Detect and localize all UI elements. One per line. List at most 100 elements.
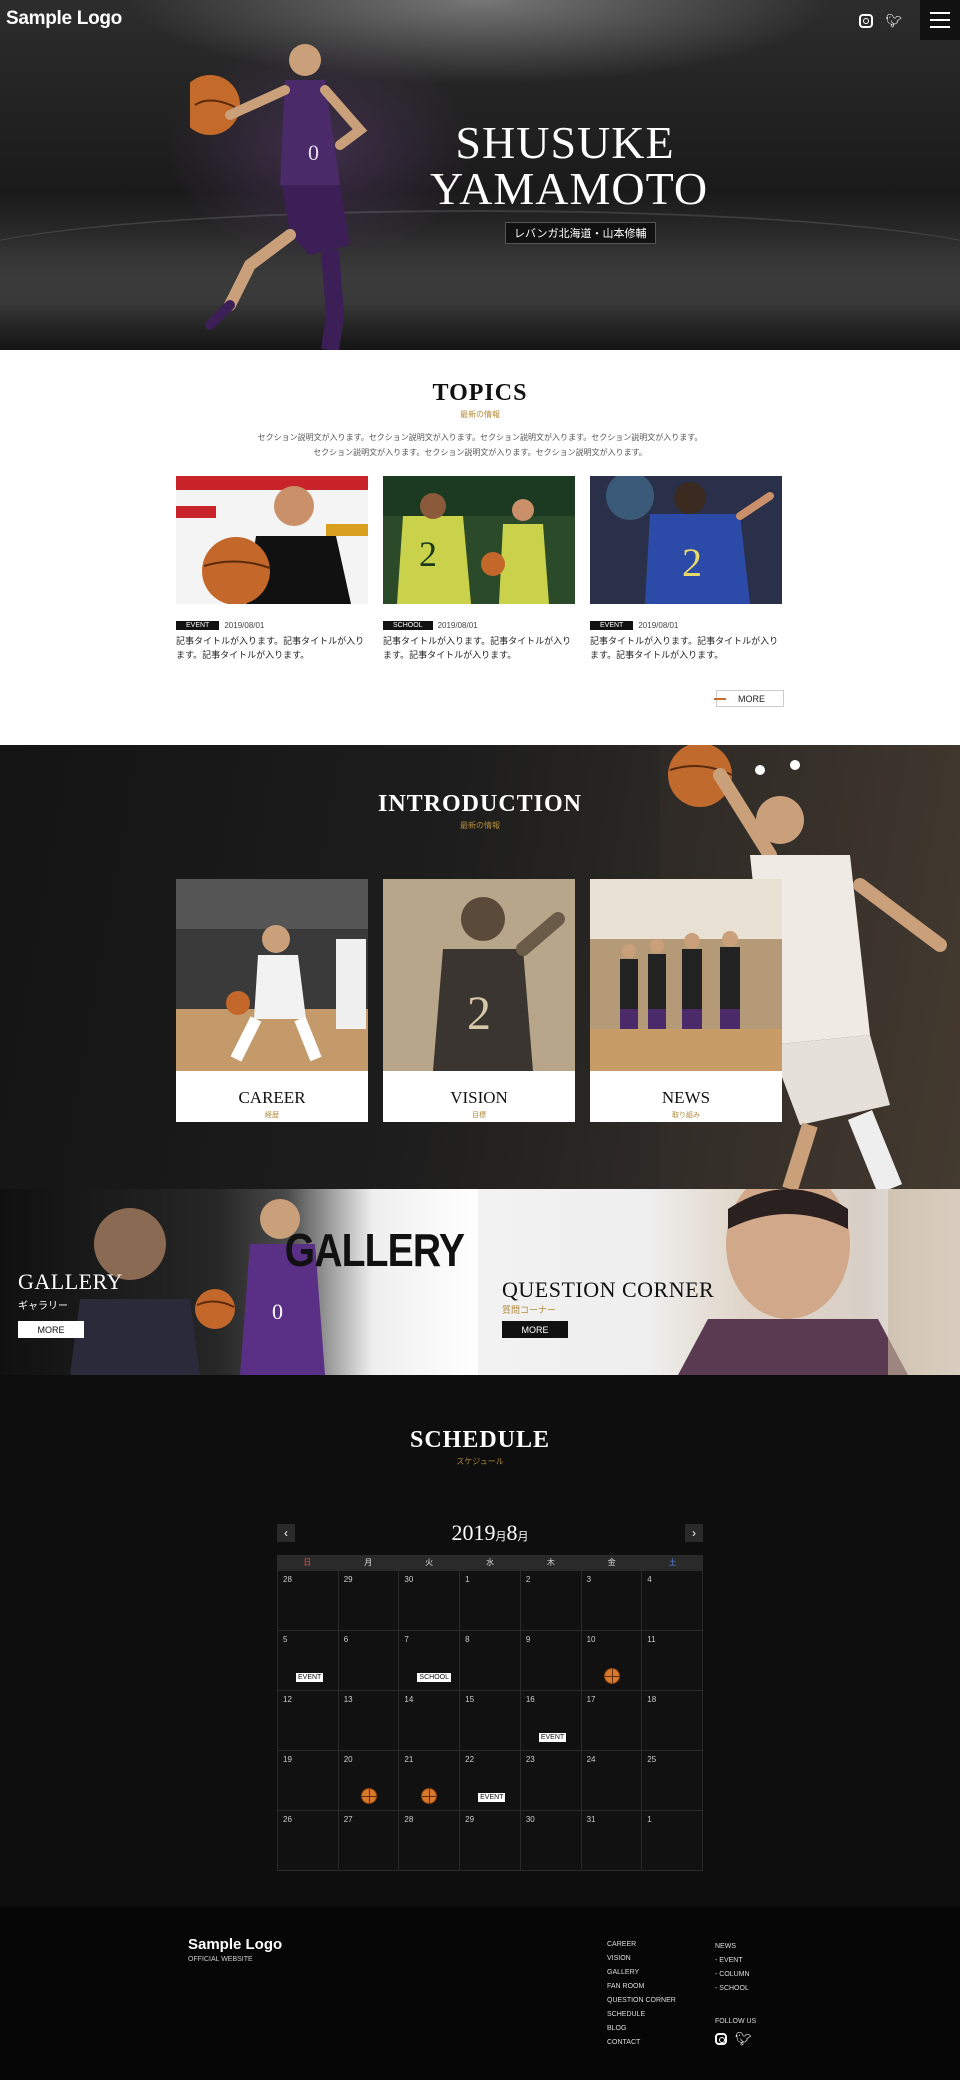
calendar-grid: 28 29 30 1 2 3 4 5 EVENT 6 7 SCHOOL 8 9 10 11 12 13 14 15 16… [277, 1571, 703, 1871]
calendar-next-button[interactable]: › [685, 1524, 703, 1542]
calendar-day-number: 16 [525, 1695, 535, 1704]
footer-nav-link[interactable]: NEWS [715, 1940, 750, 1954]
basketball-icon[interactable] [603, 1668, 620, 1684]
calendar-day-cell[interactable]: 2 [520, 1571, 582, 1631]
footer-nav-link[interactable]: GALLERY [607, 1966, 676, 1980]
footer-nav-link[interactable]: - SCHOOL [715, 1982, 750, 1996]
social-icons: 🐦︎ [859, 14, 902, 28]
topic-card[interactable]: EVENT 2019/08/01 記事タイトルが入ります。記事タイトルが入ります… [176, 476, 368, 662]
calendar-day-cell[interactable]: 29 [460, 1811, 521, 1871]
calendar-day-number: 3 [586, 1575, 592, 1584]
question-corner-banner[interactable]: QUESTION CORNER 質問コーナー MORE [478, 1189, 960, 1375]
topic-date: 2019/08/01 [437, 621, 478, 630]
footer-nav-link[interactable]: - COLUMN [715, 1968, 750, 1982]
calendar-day-cell[interactable]: 11 [642, 1631, 703, 1691]
calendar-day-cell[interactable]: 31 [581, 1811, 643, 1871]
calendar-day-cell[interactable]: 1 [642, 1811, 703, 1871]
calendar-day-cell[interactable]: 15 [460, 1691, 521, 1751]
calendar-day-number: 29 [343, 1575, 353, 1584]
topic-image-2[interactable]: 2 [383, 476, 575, 604]
calendar-day-cell[interactable]: 25 [642, 1751, 703, 1811]
hero-section: Sample Logo 🐦︎ 0 SHUSUKE YAMAMOTO レバンガ北海… [0, 0, 960, 350]
calendar-day-cell[interactable]: 22 EVENT [460, 1751, 521, 1811]
calendar-day-cell[interactable]: 16 EVENT [520, 1691, 582, 1751]
calendar-day-cell[interactable]: 13 [338, 1691, 400, 1751]
twitter-icon[interactable]: 🐦︎ [735, 2032, 752, 2046]
footer-nav-link[interactable]: VISION [607, 1952, 676, 1966]
footer-nav-link[interactable]: BLOG [607, 2022, 676, 2036]
calendar-day-cell[interactable]: 27 [338, 1811, 400, 1871]
footer-nav-link[interactable]: FAN ROOM [607, 1980, 676, 1994]
calendar-day-cell[interactable]: 6 [338, 1631, 400, 1691]
calendar-event-badge[interactable]: SCHOOL [417, 1673, 451, 1682]
topic-title[interactable]: 記事タイトルが入ります。記事タイトルが入ります。記事タイトルが入ります。 [590, 634, 782, 662]
instagram-icon[interactable] [715, 2033, 727, 2045]
topic-title[interactable]: 記事タイトルが入ります。記事タイトルが入ります。記事タイトルが入ります。 [383, 634, 575, 662]
calendar-day-cell[interactable]: 23 [520, 1751, 582, 1811]
calendar-day-cell[interactable]: 17 [581, 1691, 643, 1751]
intro-card-career[interactable]: CAREER 経歴 [176, 879, 368, 1122]
topic-card[interactable]: 2 SCHOOL 2019/08/01 記事タイトルが入ります。記事タイトルが入… [383, 476, 575, 662]
calendar-day-cell[interactable]: 9 [520, 1631, 582, 1691]
calendar-event-badge[interactable]: EVENT [296, 1673, 324, 1682]
instagram-icon[interactable] [859, 14, 874, 28]
calendar-day-cell[interactable]: 26 [278, 1811, 339, 1871]
weekday-label: 水 [485, 1558, 494, 1567]
basketball-icon[interactable] [360, 1788, 377, 1804]
question-more-button[interactable]: MORE [502, 1321, 568, 1338]
calendar-day-cell[interactable]: 4 [642, 1571, 703, 1631]
menu-button[interactable] [920, 0, 960, 40]
calendar-day-cell[interactable]: 21 [399, 1751, 461, 1811]
calendar-day-number: 28 [404, 1815, 414, 1824]
topic-image-1[interactable] [176, 476, 368, 605]
calendar-event-badge[interactable]: EVENT [478, 1793, 506, 1802]
twitter-icon[interactable]: 🐦︎ [885, 14, 902, 28]
calendar-day-number: 18 [647, 1695, 657, 1704]
topic-card[interactable]: 2 EVENT 2019/08/01 記事タイトルが入ります。記事タイトルが入り… [590, 472, 782, 662]
calendar-day-cell[interactable]: 29 [338, 1571, 400, 1631]
calendar-day-cell[interactable]: 28 [399, 1811, 461, 1871]
site-logo[interactable]: Sample Logo [6, 8, 122, 30]
intro-card-news[interactable]: NEWS 取り組み [590, 879, 782, 1122]
topic-image-3[interactable]: 2 [590, 472, 782, 604]
calendar-day-cell[interactable]: 3 [581, 1571, 643, 1631]
intro-card-vision[interactable]: 2 VISION 目標 [383, 879, 575, 1122]
calendar-day-cell[interactable]: 14 [399, 1691, 461, 1751]
gallery-title: GALLERY [18, 1269, 123, 1294]
calendar-prev-button[interactable]: ‹ [277, 1524, 295, 1542]
calendar-event-badge[interactable]: EVENT [538, 1733, 567, 1742]
footer-logo[interactable]: Sample Logo [188, 1936, 282, 1953]
footer-nav-link[interactable]: QUESTION CORNER [607, 1994, 676, 2008]
footer-nav-link[interactable]: SCHEDULE [607, 2008, 676, 2022]
basketball-icon[interactable] [421, 1788, 438, 1804]
calendar-day-cell[interactable]: 1 [460, 1571, 521, 1631]
gallery-banner[interactable]: 0 GALLERY GALLERY ギャラリー MORE [0, 1189, 478, 1375]
calendar-day-cell[interactable]: 20 [338, 1751, 400, 1811]
topic-title[interactable]: 記事タイトルが入ります。記事タイトルが入ります。記事タイトルが入ります。 [176, 634, 368, 662]
topics-more-button[interactable]: MORE [714, 690, 784, 707]
footer-nav-link[interactable]: - EVENT [715, 1954, 750, 1968]
calendar-day-cell[interactable]: 30 [399, 1571, 461, 1631]
calendar-day-cell[interactable]: 7 SCHOOL [399, 1631, 461, 1691]
footer-nav-link[interactable]: CAREER [607, 1938, 676, 1952]
calendar-day-number: 26 [283, 1815, 292, 1824]
calendar-day-cell[interactable]: 30 [520, 1811, 582, 1871]
calendar-day-cell[interactable]: 28 [278, 1571, 339, 1631]
calendar-day-number: 21 [404, 1755, 414, 1764]
vision-jp: 目標 [472, 1112, 486, 1119]
gallery-banner-word: GALLERY [284, 1224, 465, 1276]
gallery-more-button[interactable]: MORE [18, 1321, 84, 1338]
calendar-day-cell[interactable]: 8 [460, 1631, 521, 1691]
topic-tag: SCHOOL [383, 621, 433, 630]
calendar-day-cell[interactable]: 18 [642, 1691, 703, 1751]
footer-nav-link[interactable]: CONTACT [607, 2036, 676, 2050]
calendar-day-cell[interactable]: 19 [278, 1751, 339, 1811]
calendar-day-number: 29 [465, 1815, 475, 1824]
calendar-day-number: 9 [525, 1635, 531, 1644]
calendar-day-cell[interactable]: 10 [581, 1631, 643, 1691]
calendar-day-cell[interactable]: 12 [278, 1691, 339, 1751]
calendar-day-number: 27 [343, 1815, 353, 1824]
calendar-day-cell[interactable]: 24 [581, 1751, 643, 1811]
calendar-day-cell[interactable]: 5 EVENT [278, 1631, 339, 1691]
hero-player-image: 0 [190, 44, 368, 350]
